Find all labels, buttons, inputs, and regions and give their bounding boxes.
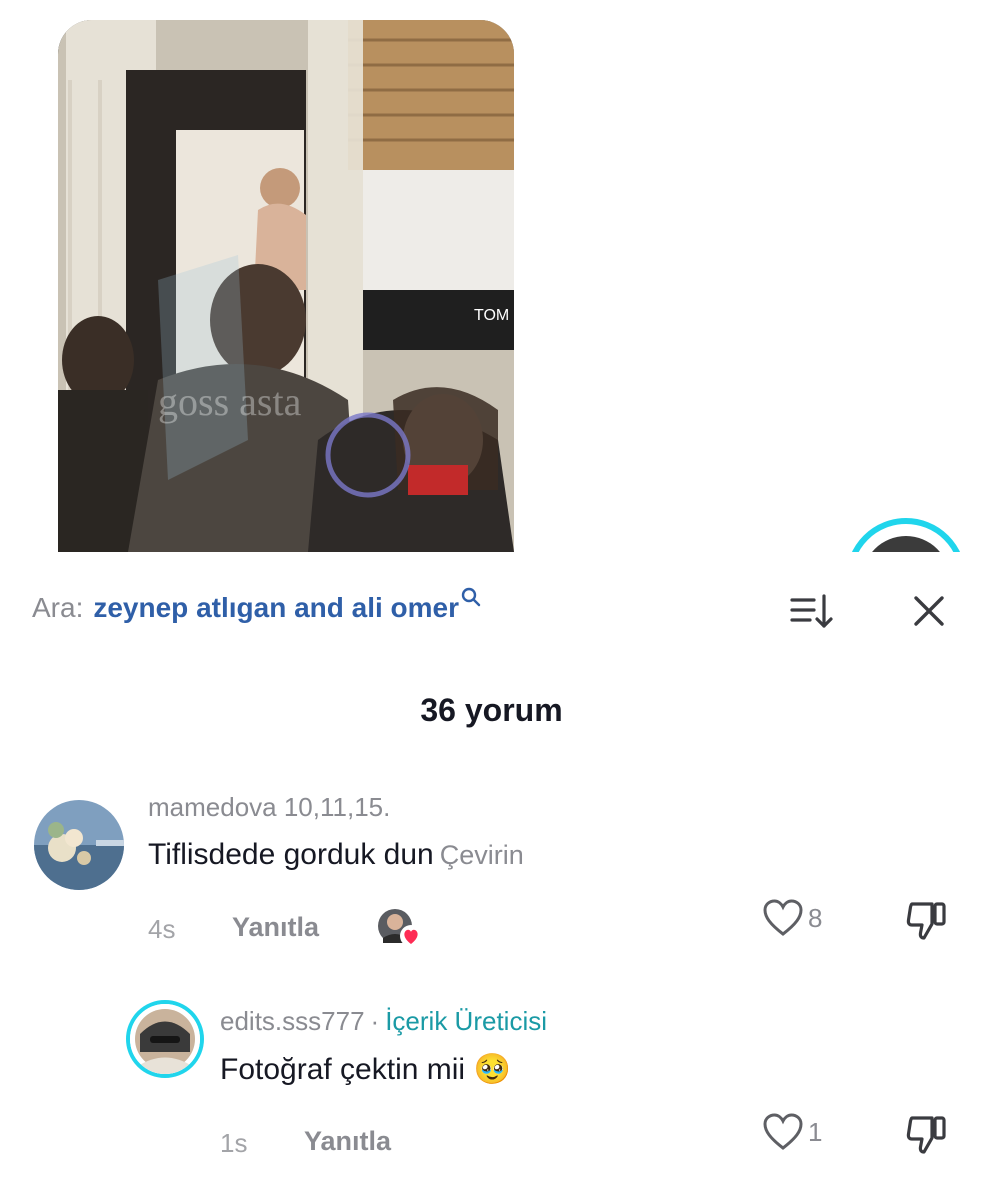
- reply-text-line: Fotoğraf çektin mii 🥹: [220, 1052, 511, 1087]
- reply-like-button[interactable]: 1: [762, 1112, 822, 1152]
- creator-badge: İçerik Üreticisi: [385, 1006, 547, 1036]
- reply-like-count: 1: [808, 1116, 823, 1147]
- translate-link[interactable]: Çevirin: [440, 840, 524, 870]
- svg-text:TOM: TOM: [474, 307, 509, 324]
- separator-dot: ·: [370, 1006, 380, 1036]
- comment-text-line: Tiflisdede gorduk dun Çevirin: [148, 838, 524, 872]
- comment-username[interactable]: mamedova 10,11,15.: [148, 792, 390, 823]
- reply-time: 1s: [220, 1128, 248, 1158]
- search-suggestion[interactable]: Ara: zeynep atlıgan and ali omer: [32, 587, 481, 628]
- search-icon: [461, 582, 481, 614]
- comment-text: Tiflisdede gorduk dun: [148, 838, 434, 871]
- search-prefix: Ara:: [32, 592, 84, 623]
- close-button[interactable]: [904, 588, 956, 636]
- svg-text:goss asta: goss asta: [158, 379, 302, 424]
- comment-time: 4s: [148, 914, 176, 944]
- reply-text: Fotoğraf çektin mii: [220, 1053, 466, 1086]
- like-button[interactable]: 8: [762, 898, 822, 938]
- reply-button[interactable]: Yanıtla: [232, 912, 319, 943]
- sort-icon: [790, 594, 833, 628]
- sort-button[interactable]: [786, 588, 838, 636]
- creator-liked-badge: [377, 908, 425, 950]
- like-count: 8: [808, 902, 823, 933]
- dislike-button[interactable]: [904, 898, 950, 947]
- reply-username-line: edits.sss777 · İçerik Üreticisi: [220, 1006, 547, 1037]
- comment-count: 36 yorum: [420, 692, 563, 728]
- heart-icon: [763, 1113, 803, 1150]
- pleading-emoji: 🥹: [473, 1053, 511, 1086]
- close-icon: [914, 596, 944, 626]
- reply-reply-button[interactable]: Yanıtla: [304, 1126, 391, 1157]
- dislike-icon: [906, 1116, 946, 1154]
- replier-avatar[interactable]: [126, 1000, 204, 1078]
- commenter-avatar[interactable]: [34, 800, 124, 890]
- heart-icon: [763, 899, 803, 936]
- reply-dislike-button[interactable]: [904, 1112, 950, 1161]
- reply-username[interactable]: edits.sss777: [220, 1006, 365, 1036]
- video-preview[interactable]: TOM goss asta: [58, 20, 514, 552]
- dislike-icon: [906, 902, 946, 940]
- comments-sheet: [0, 552, 983, 1200]
- creator-heart-badge-icon: [400, 925, 422, 947]
- search-query-link[interactable]: zeynep atlıgan and ali omer: [93, 592, 459, 624]
